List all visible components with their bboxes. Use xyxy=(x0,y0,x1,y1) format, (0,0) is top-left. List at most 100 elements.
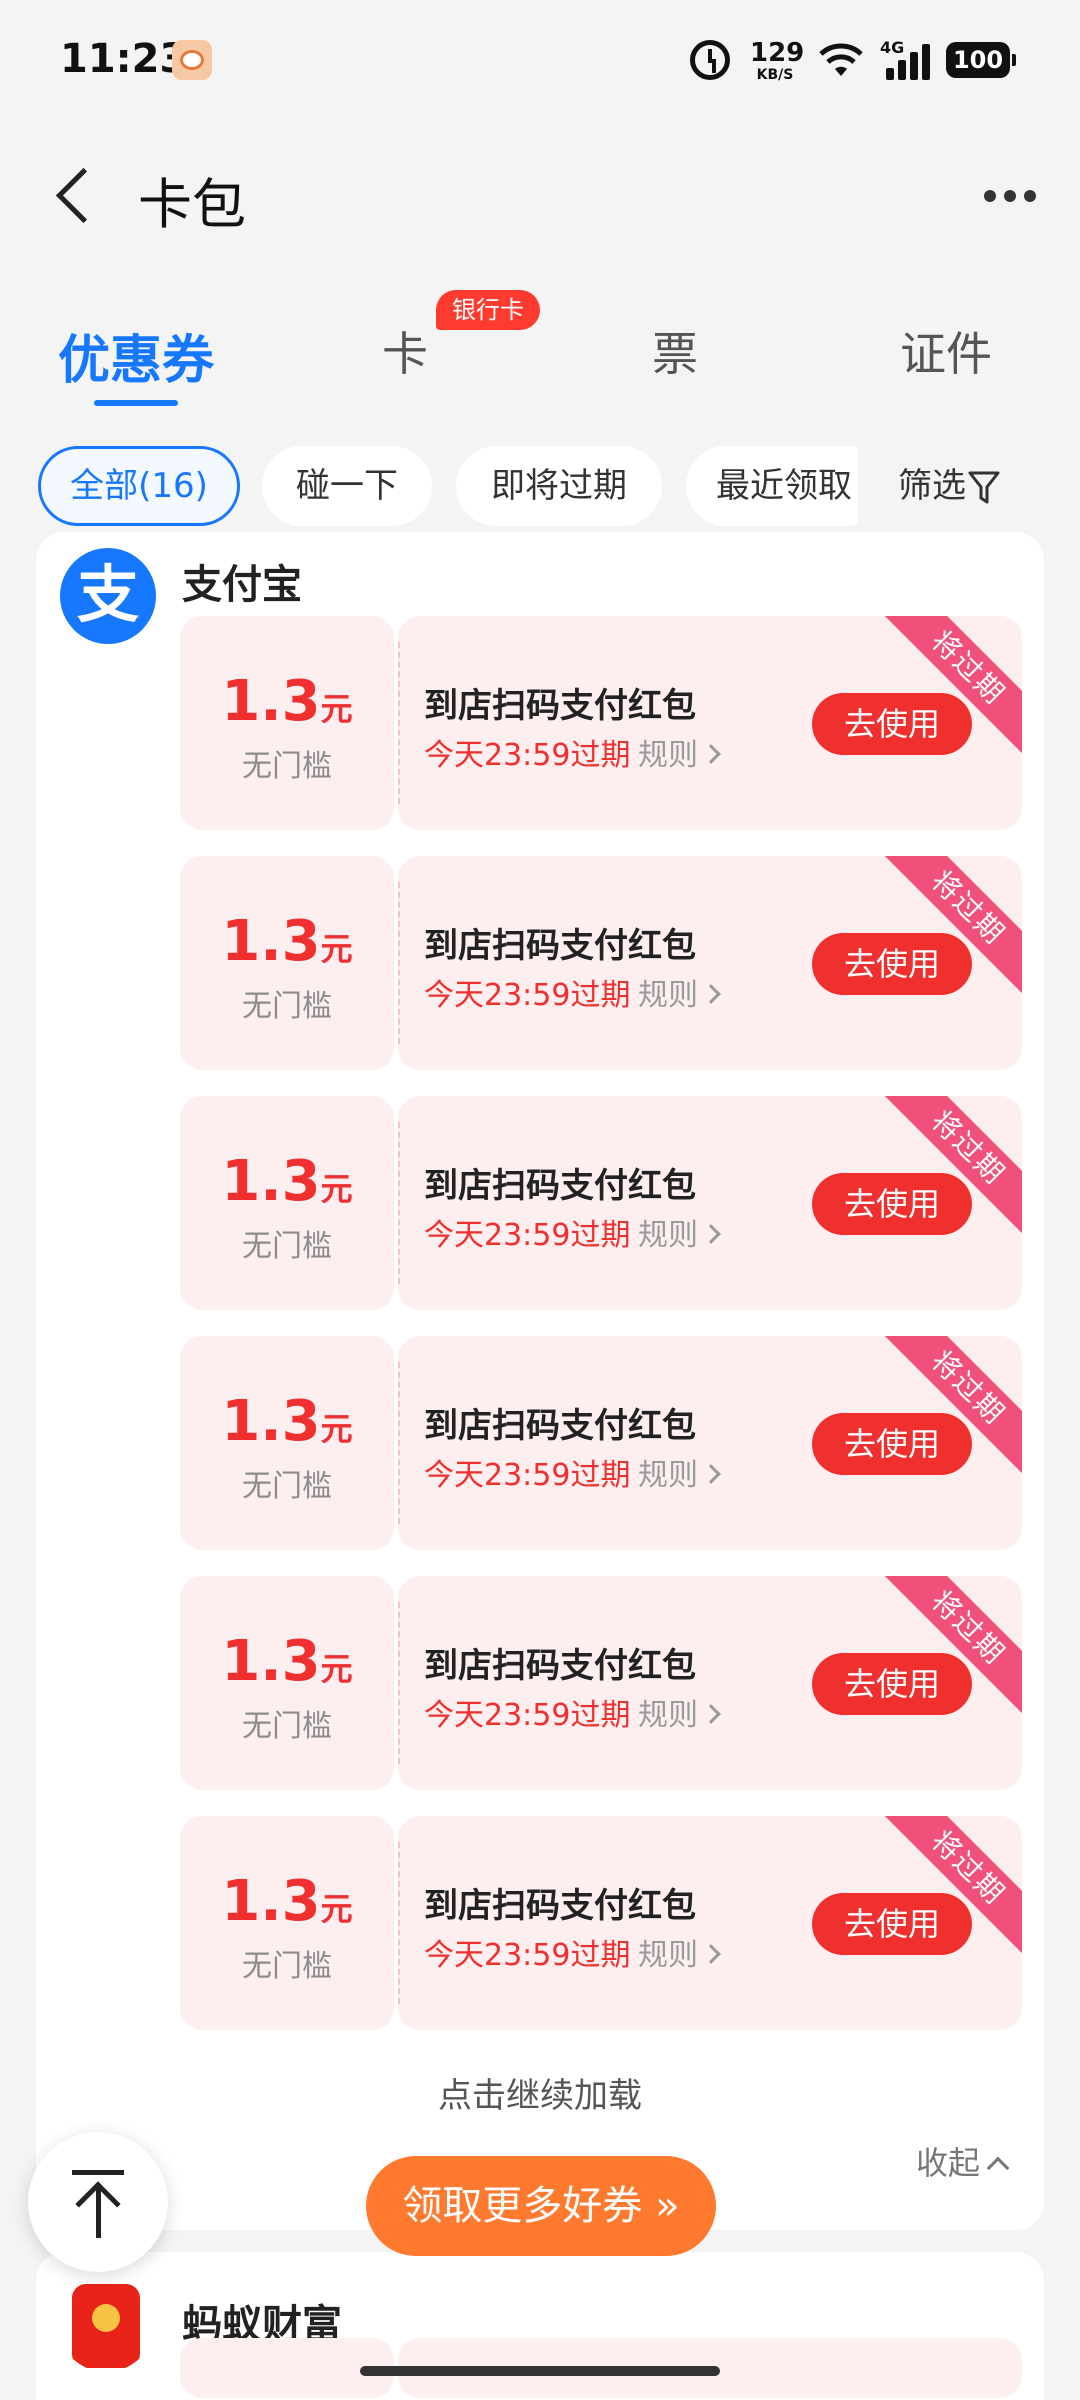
status-time: 11:23 xyxy=(60,36,188,82)
notification-app-icon xyxy=(172,40,212,80)
coupon-value-panel: 1.3元 无门槛 xyxy=(180,1096,394,1310)
battery-icon: 100 xyxy=(946,42,1016,78)
coupon-value-panel: 1.3元 无门槛 xyxy=(180,616,394,830)
coupon-card[interactable]: 1.3元 无门槛 到店扫码支付红包 今天23:59过期 规则 去使用 将过期 xyxy=(180,1576,1022,1790)
coupon-value-panel: 1.3元 无门槛 xyxy=(180,856,394,1070)
tab-cards[interactable]: 卡 xyxy=(382,318,428,384)
coupon-amount: 1.3元 xyxy=(221,1629,353,1694)
funnel-icon xyxy=(968,471,1000,504)
coupon-card[interactable]: 1.3元 无门槛 到店扫码支付红包 今天23:59过期 规则 去使用 将过期 xyxy=(180,1816,1022,2030)
alipay-logo: 支 xyxy=(60,548,156,644)
coupon-card[interactable]: 1.3元 无门槛 到店扫码支付红包 今天23:59过期 规则 去使用 将过期 xyxy=(180,856,1022,1070)
alarm-icon xyxy=(690,40,730,80)
coupon-value-panel: 1.3元 无门槛 xyxy=(180,1336,394,1550)
filter-label: 筛选 xyxy=(898,466,966,506)
coupon-threshold: 无门槛 xyxy=(242,1469,332,1504)
coupon-expiry: 今天23:59过期 xyxy=(424,1698,631,1733)
coupon-card[interactable]: 1.3元 无门槛 到店扫码支付红包 今天23:59过期 规则 去使用 将过期 xyxy=(180,1336,1022,1550)
coupon-threshold: 无门槛 xyxy=(242,1949,332,1984)
coupon-title: 到店扫码支付红包 xyxy=(424,686,696,726)
use-coupon-button[interactable]: 去使用 xyxy=(812,933,972,995)
ant-fortune-logo xyxy=(58,2276,154,2372)
tab-certificates[interactable]: 证件 xyxy=(900,318,992,384)
status-bar: 11:23 129 KB/S 4G 100 xyxy=(0,0,1080,120)
network-type: 4G xyxy=(880,38,905,57)
load-more-link[interactable]: 点击继续加载 xyxy=(36,2068,1044,2117)
coupon-rule-link[interactable]: 规则 xyxy=(638,1930,721,1974)
coupon-value-panel: 1.3元 无门槛 xyxy=(180,1576,394,1790)
coupon-rule-link[interactable]: 规则 xyxy=(638,970,721,1014)
use-coupon-button[interactable]: 去使用 xyxy=(812,1173,972,1235)
chevron-right-icon xyxy=(701,1464,721,1484)
wifi-icon xyxy=(819,43,863,76)
coupon-title: 到店扫码支付红包 xyxy=(424,1646,696,1686)
coupon-expiry: 今天23:59过期 xyxy=(424,1458,631,1493)
chevron-right-icon xyxy=(701,1224,721,1244)
back-to-top-icon[interactable] xyxy=(28,2132,168,2272)
use-coupon-button[interactable]: 去使用 xyxy=(812,1893,972,1955)
coupon-expiry: 今天23:59过期 xyxy=(424,1938,631,1973)
chevron-right-icon xyxy=(701,744,721,764)
filter-chip-all[interactable]: 全部(16) xyxy=(38,446,240,526)
header: 卡包 xyxy=(0,140,1080,250)
chevron-up-icon xyxy=(986,2156,1010,2180)
coupon-card[interactable]: 1.3元 无门槛 到店扫码支付红包 今天23:59过期 规则 去使用 将过期 xyxy=(180,616,1022,830)
coupon-title: 到店扫码支付红包 xyxy=(424,926,696,966)
back-arrow-icon[interactable] xyxy=(44,160,114,230)
coupon-detail-panel: 到店扫码支付红包 今天23:59过期 规则 去使用 将过期 xyxy=(398,1816,1022,2030)
coupon-title: 到店扫码支付红包 xyxy=(424,1886,696,1926)
coupon-amount: 1.3元 xyxy=(221,1389,353,1454)
home-indicator[interactable] xyxy=(360,2366,720,2376)
coupon-group-alipay: 支 支付宝 1.3元 无门槛 到店扫码支付红包 今天23:59过期 规则 去使用… xyxy=(36,532,1044,2230)
coupon-expiry: 今天23:59过期 xyxy=(424,1218,631,1253)
use-coupon-button[interactable]: 去使用 xyxy=(812,693,972,755)
use-coupon-button[interactable]: 去使用 xyxy=(812,1653,972,1715)
coupon-amount: 1.3元 xyxy=(221,669,353,734)
more-dots-icon[interactable] xyxy=(980,170,1040,220)
coupon-threshold: 无门槛 xyxy=(242,1229,332,1264)
coupon-threshold: 无门槛 xyxy=(242,1709,332,1744)
tab-tickets[interactable]: 票 xyxy=(652,318,698,384)
chevron-right-icon xyxy=(701,1944,721,1964)
coupon-threshold: 无门槛 xyxy=(242,749,332,784)
coupon-title: 到店扫码支付红包 xyxy=(424,1166,696,1206)
get-more-coupons-button[interactable]: 领取更多好券 » xyxy=(366,2156,716,2256)
collapse-button[interactable]: 收起 xyxy=(916,2138,1010,2184)
coupon-detail-panel: 到店扫码支付红包 今天23:59过期 规则 去使用 将过期 xyxy=(398,1096,1022,1310)
coupon-amount: 1.3元 xyxy=(221,909,353,974)
tab-bar: 优惠券 卡 银行卡 票 证件 xyxy=(0,290,1080,420)
coupon-group-ant-fortune: 蚂蚁财富 xyxy=(36,2252,1044,2400)
coupon-detail-panel: 到店扫码支付红包 今天23:59过期 规则 去使用 将过期 xyxy=(398,856,1022,1070)
filter-chip-recent[interactable]: 最近领取 xyxy=(686,446,886,526)
coupon-rule-link[interactable]: 规则 xyxy=(638,1210,721,1254)
coupon-rule-link[interactable]: 规则 xyxy=(638,730,721,774)
coupon-expiry: 今天23:59过期 xyxy=(424,978,631,1013)
coupon-amount: 1.3元 xyxy=(221,1149,353,1214)
filter-button[interactable]: 筛选 xyxy=(858,446,1080,526)
network-speed: 129 KB/S xyxy=(750,38,805,82)
chevron-right-icon xyxy=(701,1704,721,1724)
tab-active-indicator xyxy=(94,400,178,406)
coupon-detail-panel: 到店扫码支付红包 今天23:59过期 规则 去使用 将过期 xyxy=(398,1336,1022,1550)
tab-coupons[interactable]: 优惠券 xyxy=(58,318,214,393)
filter-chip-tap[interactable]: 碰一下 xyxy=(262,446,432,526)
signal-icon: 4G xyxy=(880,38,932,82)
coupon-detail-panel: 到店扫码支付红包 今天23:59过期 规则 去使用 将过期 xyxy=(398,1576,1022,1790)
coupon-amount: 1.3元 xyxy=(221,1869,353,1934)
tab-cards-badge: 银行卡 xyxy=(436,290,540,330)
coupon-expiry: 今天23:59过期 xyxy=(424,738,631,773)
network-speed-value: 129 xyxy=(750,38,805,68)
coupon-rule-link[interactable]: 规则 xyxy=(638,1450,721,1494)
coupon-detail-panel: 到店扫码支付红包 今天23:59过期 规则 去使用 将过期 xyxy=(398,616,1022,830)
coupon-threshold: 无门槛 xyxy=(242,989,332,1024)
use-coupon-button[interactable]: 去使用 xyxy=(812,1413,972,1475)
filter-bar: 全部(16) 碰一下 即将过期 最近领取 筛选 xyxy=(0,442,1080,532)
coupon-value-panel: 1.3元 无门槛 xyxy=(180,1816,394,2030)
coupon-rule-link[interactable]: 规则 xyxy=(638,1690,721,1734)
filter-chip-expiring[interactable]: 即将过期 xyxy=(456,446,662,526)
coupon-title: 到店扫码支付红包 xyxy=(424,1406,696,1446)
group-name: 支付宝 xyxy=(182,562,302,608)
chevron-right-icon xyxy=(701,984,721,1004)
page-title: 卡包 xyxy=(138,173,246,236)
coupon-card[interactable]: 1.3元 无门槛 到店扫码支付红包 今天23:59过期 规则 去使用 将过期 xyxy=(180,1096,1022,1310)
